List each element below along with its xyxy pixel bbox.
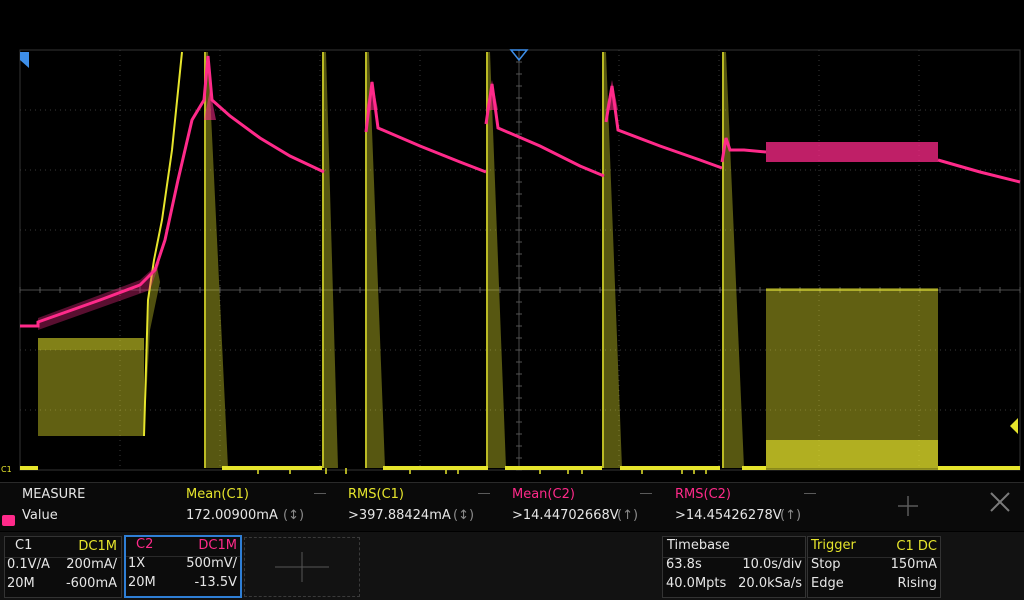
measure-col1-indicator: (↕) (283, 508, 305, 523)
c2-tag-icon (2, 515, 15, 526)
measure-col4-value: >14.45426278V (675, 508, 782, 523)
measure-col1-separator (314, 493, 326, 494)
c2-box-title: C2 (136, 537, 154, 552)
measure-col2-separator (478, 493, 490, 494)
measure-col2-name[interactable]: RMS(C1) (348, 487, 404, 502)
trigger-slope: Rising (897, 576, 937, 591)
c1-box-offset: -600mA (65, 576, 117, 591)
add-channel-button[interactable] (244, 537, 360, 597)
timebase-div: 10.0s/div (742, 557, 802, 572)
timebase-label: Timebase (667, 538, 730, 553)
c1-box-coupling: DC1M (78, 539, 117, 554)
ch1-ground-label: C1 (1, 465, 12, 474)
c2-box-coupling: DC1M (198, 538, 237, 553)
timebase-delay: 63.8s (666, 557, 702, 572)
trigger-box[interactable]: Trigger C1 DC Stop 150mA Edge Rising (807, 536, 941, 598)
c1-box-title: C1 (15, 538, 33, 553)
measure-col3-indicator: (↑) (617, 508, 639, 523)
trigger-source: C1 DC (896, 539, 937, 554)
trigger-level-marker-icon[interactable] (1010, 418, 1018, 434)
c1-channel-box[interactable]: C1 DC1M 0.1V/A 200mA/ 20M -600mA (4, 536, 122, 598)
close-icon[interactable] (988, 490, 1012, 514)
measure-col3-value: >14.44702668V (512, 508, 619, 523)
measure-col4-separator (804, 493, 816, 494)
trigger-state: Stop (811, 557, 841, 572)
ch2-offset-marker-icon[interactable] (20, 52, 29, 68)
timebase-box[interactable]: Timebase 63.8s 10.0s/div 40.0Mpts 20.0kS… (662, 536, 806, 598)
c1-box-bandwidth: 20M (7, 576, 35, 591)
ch1-trace (20, 51, 1020, 474)
c2-box-bandwidth: 20M (128, 575, 156, 590)
measure-col1-name[interactable]: Mean(C1) (186, 487, 249, 502)
c2-box-offset: -13.5V (194, 575, 237, 590)
c1-box-value: 200mA/ (66, 557, 117, 572)
trigger-label: Trigger (811, 538, 856, 553)
measure-col3-name[interactable]: Mean(C2) (512, 487, 575, 502)
measure-col1-value: 172.00900mA (186, 508, 278, 523)
ch1-ground-marker[interactable]: C1 (1, 465, 12, 474)
waveform-canvas[interactable]: C1 (0, 0, 1024, 482)
c2-box-value: 500mV/ (186, 556, 237, 571)
measure-col4-name[interactable]: RMS(C2) (675, 487, 731, 502)
measure-col3-separator (640, 493, 652, 494)
plus-icon[interactable] (896, 494, 920, 518)
c2-box-scale: 1X (128, 556, 146, 571)
c2-channel-box[interactable]: C2 DC1M 1X 500mV/ 20M -13.5V (124, 535, 242, 598)
trigger-type: Edge (811, 576, 844, 591)
trigger-level: 150mA (890, 557, 937, 572)
measure-header: MEASURE (22, 487, 86, 502)
c1-box-scale: 0.1V/A (7, 557, 50, 572)
measure-col4-indicator: (↑) (780, 508, 802, 523)
timebase-points: 40.0Mpts (666, 576, 727, 591)
measure-col2-value: >397.88424mA (348, 508, 451, 523)
waveform-display[interactable]: C1 (0, 0, 1024, 482)
measure-col2-indicator: (↕) (453, 508, 475, 523)
measure-value-label: Value (22, 508, 58, 523)
timebase-rate: 20.0kSa/s (738, 576, 802, 591)
add-channel-plus-icon (275, 552, 329, 582)
